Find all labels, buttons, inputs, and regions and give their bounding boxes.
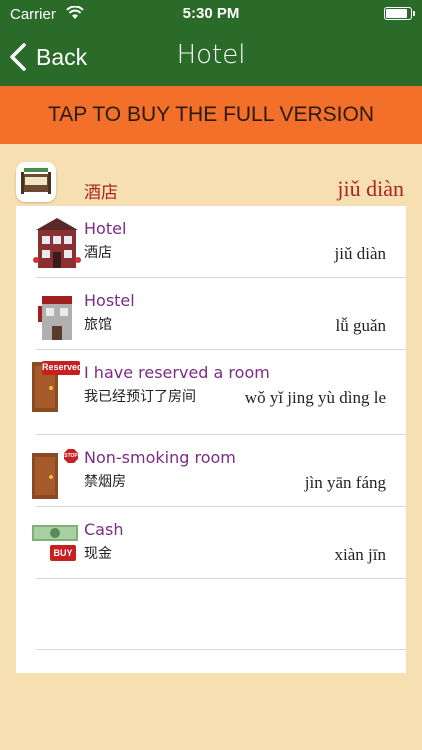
phrase-chinese: 禁烟房 (84, 474, 126, 490)
phrase-row-hotel[interactable]: Hotel 酒店 jiǔ diàn (16, 206, 406, 278)
hostel-building-icon (30, 286, 84, 344)
phrase-row-reserved[interactable]: Reserved I have reserved a room 我已经预订了房间… (16, 350, 406, 434)
bed-icon (16, 162, 56, 202)
cash-icon: BUY (30, 515, 84, 573)
phrase-pinyin: jìn yān fáng (304, 473, 386, 492)
navigation-bar: Back Hotel (0, 28, 422, 86)
category-chinese: 酒店 (84, 183, 118, 203)
buy-full-version-button[interactable]: TAP TO BUY THE FULL VERSION (0, 86, 422, 144)
phrase-row-hostel[interactable]: Hostel 旅馆 lǚ guǎn (16, 278, 406, 350)
phrase-pinyin: wǒ yǐ jing yù dìng le (244, 388, 386, 407)
phrase-row-non-smoking[interactable]: STOP Non-smoking room 禁烟房 jìn yān fáng (16, 435, 406, 507)
row-divider (36, 578, 406, 579)
phrase-row-cash[interactable]: BUY Cash 现金 xiàn jīn (16, 507, 406, 579)
reserved-badge: Reserved (42, 362, 83, 372)
phrase-chinese: 现金 (84, 546, 112, 562)
category-pinyin: jiǔ diàn (337, 176, 404, 201)
phrase-list: Hotel 酒店 jiǔ diàn Hostel 旅馆 lǚ guǎn Rese… (16, 206, 406, 673)
status-time: 5:30 PM (182, 5, 240, 22)
phrase-chinese: 我已经预订了房间 (84, 389, 196, 405)
buy-badge: BUY (53, 548, 73, 558)
phrase-english: I have reserved a room (84, 363, 270, 382)
reserved-door-icon: Reserved (30, 358, 84, 416)
phrase-chinese: 旅馆 (84, 317, 112, 333)
phrase-chinese: 酒店 (84, 245, 112, 261)
phrase-english: Non-smoking room (84, 448, 236, 467)
hotel-building-icon (30, 214, 84, 272)
phrase-pinyin: lǚ guǎn (335, 316, 386, 335)
phrase-pinyin: xiàn jīn (334, 545, 386, 564)
phrase-english: Hostel (84, 291, 135, 310)
stop-badge: STOP (64, 453, 78, 459)
page-title: Hotel (176, 40, 246, 70)
phrase-english: Cash (84, 520, 124, 539)
battery-icon (384, 7, 415, 20)
status-bar: Carrier 5:30 PM (0, 0, 422, 28)
row-divider (36, 649, 406, 650)
phrase-pinyin: jiǔ diàn (334, 244, 386, 263)
phrase-english: Hotel (84, 219, 127, 238)
no-smoking-door-icon: STOP (30, 443, 84, 501)
